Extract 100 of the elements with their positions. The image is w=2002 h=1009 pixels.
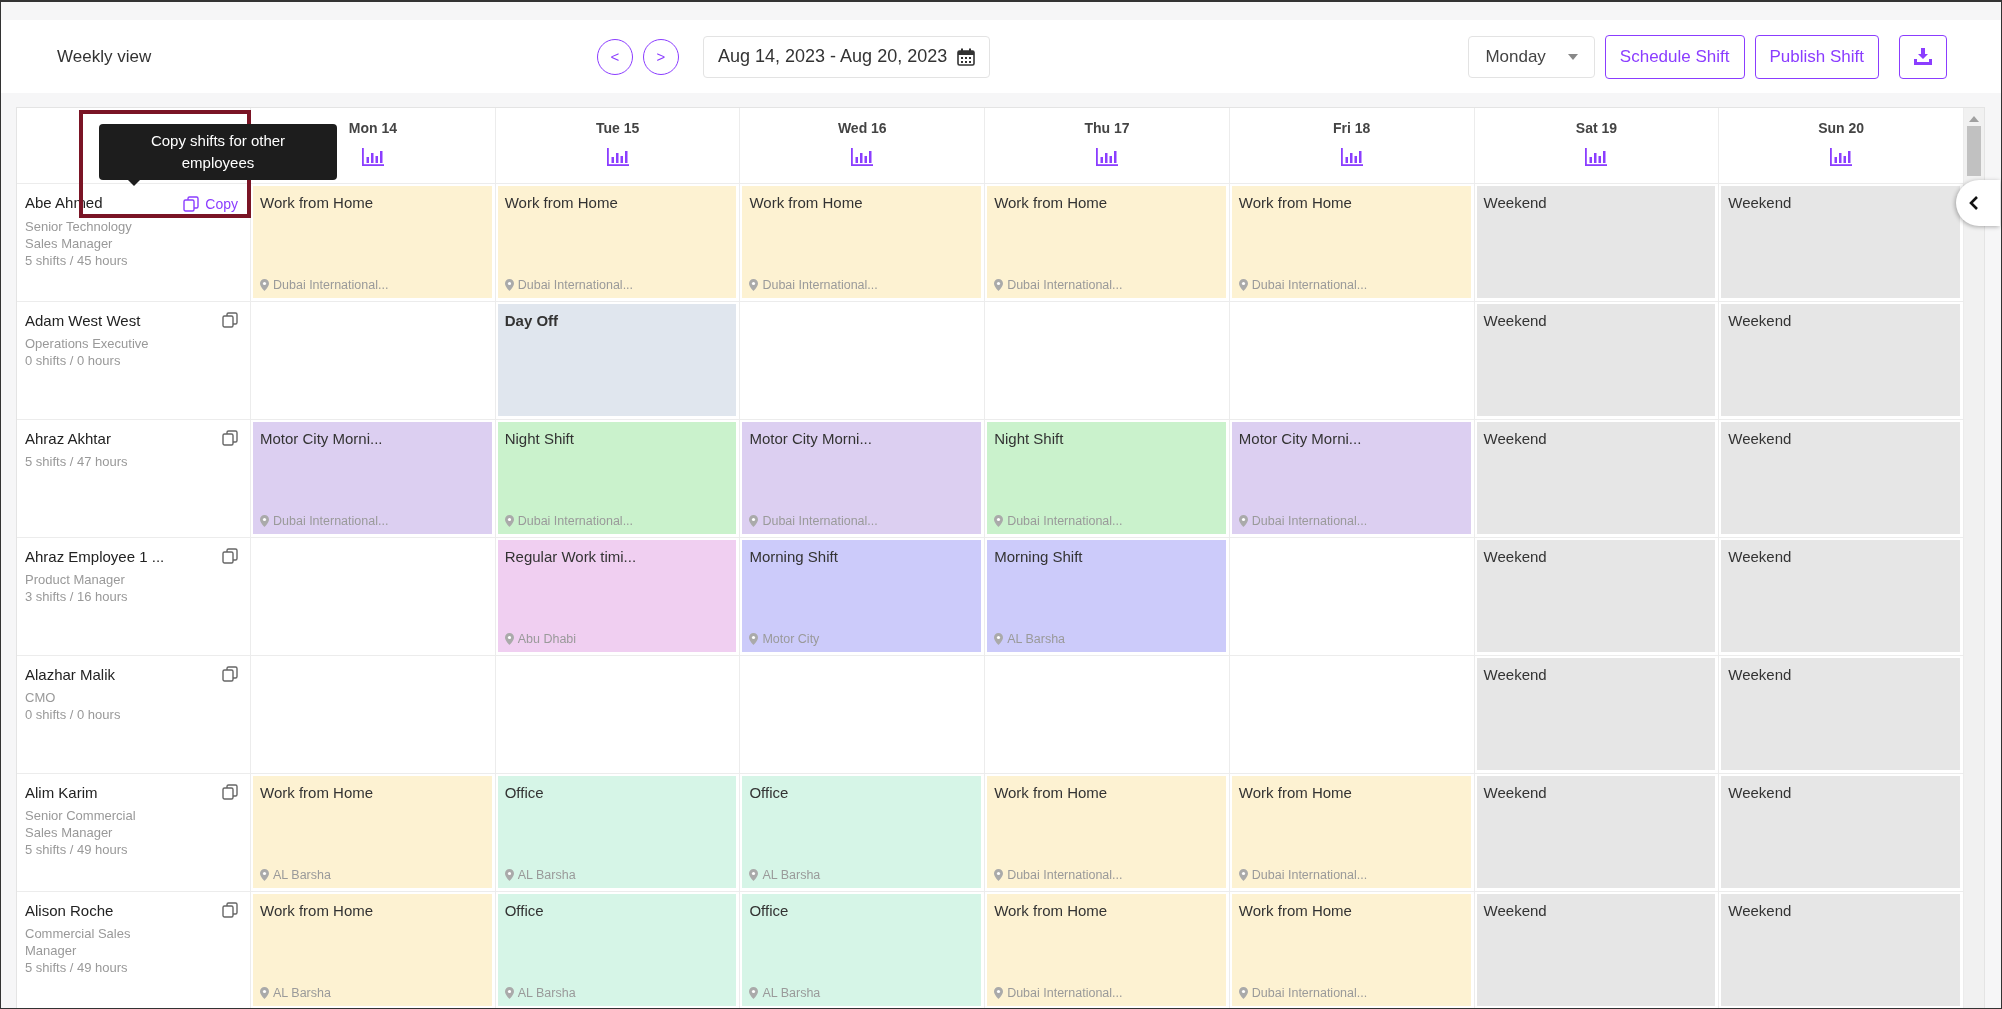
location-pin-icon [504,869,514,881]
action-button[interactable]: Schedule Shift [1604,34,1745,79]
shift-summary: 0 shifts / 0 hours [25,706,122,723]
shift-block[interactable]: Work from Home AL Barsha [253,776,492,888]
location-pin-icon [1238,515,1248,527]
weekend-block: Weekend [1476,776,1716,888]
previous-week-button[interactable]: < [597,38,633,75]
bar-chart-icon [1340,148,1363,166]
employee-name: Alim Karim [25,784,98,801]
copy-icon[interactable] [222,312,238,328]
day-header: Wed 16 [837,120,887,136]
location-pin-icon [994,279,1004,291]
copy-icon[interactable] [222,430,238,446]
day-header: Thu 17 [1084,120,1130,136]
calendar-icon [957,47,976,66]
shift-block[interactable]: Night Shift Dubai International... [497,422,737,534]
shift-block[interactable]: Regular Work timi... Abu Dhabi [497,540,737,652]
shift-block[interactable]: Work from Home AL Barsha [253,894,492,1006]
day-header: Mon 14 [348,120,397,136]
shift-block[interactable]: Office AL Barsha [497,776,737,888]
download-icon [1913,47,1933,66]
shift-block[interactable]: Night Shift Dubai International... [987,422,1226,534]
location-pin-icon [260,869,269,881]
job-title: Product Manager [25,571,126,588]
job-title: Commercial Sales Manager [25,925,132,959]
weekend-block: Weekend [1721,304,1960,416]
copy-icon[interactable] [222,666,238,682]
shift-block[interactable]: Morning Shift Motor City [742,540,982,652]
shift-summary: 3 shifts / 16 hours [25,588,129,605]
job-title: Senior Technology Sales Manager [25,218,133,252]
day-header: Sat 19 [1575,120,1618,136]
location-pin-icon [504,633,514,645]
shift-block[interactable]: Office AL Barsha [497,894,737,1006]
shift-block[interactable]: Work from Home Dubai International... [987,894,1226,1006]
day-off-block: Day Off [497,304,737,416]
weekend-block: Weekend [1721,540,1960,652]
location-pin-icon [994,987,1004,999]
collapse-panel-button[interactable] [1956,180,2000,226]
job-title: Operations Executive [25,335,150,352]
location-pin-icon [504,987,514,999]
location-pin-icon [749,633,759,645]
next-week-button[interactable]: > [643,38,679,75]
scrollbar[interactable] [1964,108,1984,1008]
shift-block[interactable]: Work from Home Dubai International... [987,776,1226,888]
copy-icon[interactable] [222,902,238,918]
weekend-block: Weekend [1476,894,1716,1006]
scrollbar-thumb[interactable] [1967,126,1981,176]
shift-summary: 0 shifts / 0 hours [25,352,122,369]
location-pin-icon [1238,987,1248,999]
shift-summary: 5 shifts / 49 hours [25,841,129,858]
weekend-block: Weekend [1721,422,1960,534]
scroll-up-icon[interactable] [1969,116,1979,122]
location-pin-icon [994,633,1004,645]
job-title: CMO [25,689,57,706]
shift-block[interactable]: Work from Home Dubai International... [253,186,492,298]
weekend-block: Weekend [1476,540,1716,652]
employee-name: Ahraz Employee 1 ... [25,548,165,565]
shift-block[interactable]: Work from Home Dubai International... [742,186,982,298]
shift-block[interactable]: Work from Home Dubai International... [1231,894,1471,1006]
copy-icon [183,196,200,212]
location-pin-icon [504,279,514,291]
shift-block[interactable]: Work from Home Dubai International... [1231,186,1471,298]
location-pin-icon [504,515,514,527]
copy-icon[interactable] [222,784,238,800]
weekend-block: Weekend [1721,658,1960,770]
bar-chart-icon [1096,148,1118,166]
day-header: Sun 20 [1818,120,1865,136]
day-header: Tue 15 [595,120,640,136]
employee-name: Alison Roche [25,902,114,919]
start-day-dropdown[interactable]: Monday [1468,35,1595,78]
bar-chart-icon [1585,148,1608,166]
location-pin-icon [1238,869,1248,881]
shift-block[interactable]: Motor City Morni... Dubai International... [1231,422,1471,534]
date-range-field[interactable]: Aug 14, 2023 - Aug 20, 2023 [703,35,991,78]
bar-chart-icon [1830,148,1853,166]
employee-name: Adam West West [25,312,141,329]
shift-block[interactable]: Office AL Barsha [742,776,982,888]
weekend-block: Weekend [1476,422,1716,534]
location-pin-icon [994,515,1004,527]
location-pin-icon [1238,279,1248,291]
shift-block[interactable]: Motor City Morni... Dubai International... [253,422,492,534]
location-pin-icon [260,987,269,999]
job-title: Senior Commercial Sales Manager [25,807,137,841]
weekend-block: Weekend [1476,304,1716,416]
copy-shifts-button[interactable]: Copy [183,196,238,212]
location-pin-icon [749,279,759,291]
copy-icon[interactable] [222,548,238,564]
location-pin-icon [994,869,1004,881]
shift-block[interactable]: Office AL Barsha [742,894,982,1006]
action-button[interactable]: Publish Shift [1754,34,1879,79]
shift-block[interactable]: Morning Shift AL Barsha [987,540,1226,652]
shift-block[interactable]: Work from Home Dubai International... [987,186,1226,298]
page-title: Weekly view [57,46,153,67]
shift-block[interactable]: Work from Home Dubai International... [1231,776,1471,888]
download-button[interactable] [1899,34,1947,79]
shift-block[interactable]: Work from Home Dubai International... [497,186,737,298]
shift-block[interactable]: Motor City Morni... Dubai International... [742,422,982,534]
weekend-block: Weekend [1721,894,1960,1006]
weekend-block: Weekend [1476,658,1716,770]
location-pin-icon [749,987,759,999]
